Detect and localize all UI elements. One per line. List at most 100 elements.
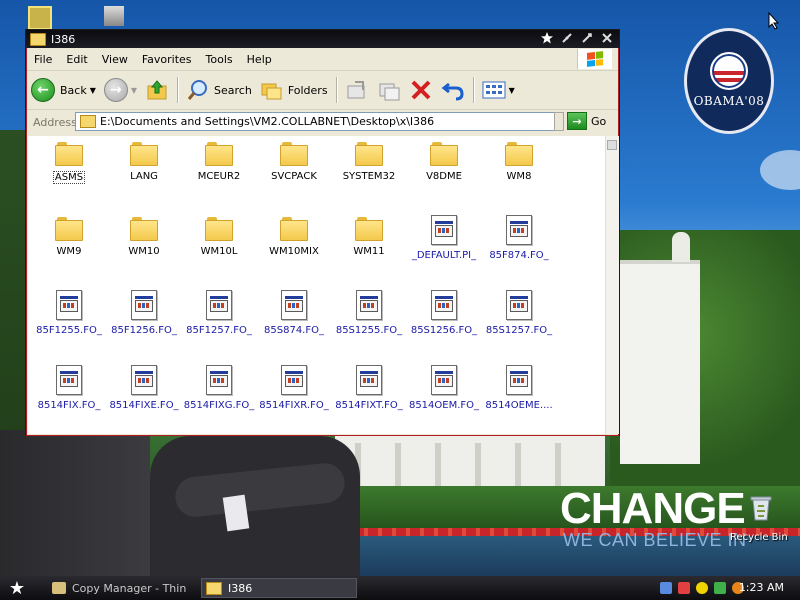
- file-item[interactable]: 8514FIX.FO_: [31, 363, 107, 427]
- item-label: MCEUR2: [197, 171, 241, 182]
- desktop-icon-1[interactable]: [28, 6, 52, 30]
- undo-icon: [441, 82, 464, 101]
- forward-dropdown-icon[interactable]: ▼: [131, 86, 137, 95]
- folder-item[interactable]: WM10MIX: [256, 213, 332, 277]
- minimize-button[interactable]: [559, 31, 575, 45]
- alert-icon[interactable]: [696, 582, 708, 594]
- whitehouse-column: [555, 443, 561, 487]
- file-item[interactable]: 85F1255.FO_: [31, 288, 107, 352]
- folder-item[interactable]: WM9: [31, 213, 107, 277]
- item-label: 85F1255.FO_: [36, 325, 102, 336]
- folder-item[interactable]: WM10L: [181, 213, 257, 277]
- whitehouse: [335, 430, 605, 491]
- clock[interactable]: 1:23 AM: [739, 581, 784, 594]
- file-item[interactable]: 85S1255.FO_: [331, 288, 407, 352]
- folder-item[interactable]: V8DME: [406, 138, 482, 202]
- item-label: WM9: [56, 246, 82, 257]
- file-item[interactable]: 8514OEM.FO_: [406, 363, 482, 427]
- start-button[interactable]: ★: [6, 578, 28, 599]
- file-item[interactable]: 8514FIXE.FO_: [106, 363, 182, 427]
- delete-icon: [411, 80, 430, 100]
- security-shield-icon[interactable]: [678, 582, 690, 594]
- file-item[interactable]: 8514FIXR.FO_: [256, 363, 332, 427]
- folder-item[interactable]: SVCPACK: [256, 138, 332, 202]
- setup-file-icon: [131, 365, 157, 395]
- title-buttons: [539, 31, 615, 45]
- item-label: 85S874.FO_: [264, 325, 324, 336]
- recycle-bin-label[interactable]: Recycle Bin: [730, 532, 788, 543]
- folder-item[interactable]: WM11: [331, 213, 407, 277]
- maximize-button[interactable]: [579, 31, 595, 45]
- close-button[interactable]: [599, 31, 615, 45]
- move-to-button[interactable]: [341, 75, 373, 105]
- star-icon[interactable]: [539, 31, 555, 45]
- desktop-icon-2[interactable]: [104, 6, 124, 26]
- item-label: SVCPACK: [271, 171, 317, 182]
- search-icon: [187, 80, 208, 100]
- views-button[interactable]: ▼: [478, 75, 519, 105]
- up-folder-button[interactable]: [141, 75, 173, 105]
- item-label: WM10: [128, 246, 160, 257]
- file-item[interactable]: 8514OEME....: [481, 363, 557, 427]
- go-button[interactable]: → Go: [567, 112, 606, 130]
- item-label: 8514FIX.FO_: [37, 400, 101, 411]
- delete-button[interactable]: [405, 75, 437, 105]
- recycle-bin-icon[interactable]: [746, 492, 776, 522]
- file-item[interactable]: 85S874.FO_: [256, 288, 332, 352]
- folder-item[interactable]: ASMS: [31, 138, 107, 202]
- views-dropdown-icon[interactable]: ▼: [509, 86, 515, 95]
- change-slogan: CHANGE: [560, 484, 746, 533]
- setup-file-icon: [206, 290, 232, 320]
- folder-icon: [80, 115, 96, 128]
- back-dropdown-icon[interactable]: ▼: [90, 86, 96, 95]
- taskbar-item-copy-manager[interactable]: Copy Manager - Thin: [48, 578, 198, 598]
- scroll-up-button[interactable]: [607, 140, 617, 150]
- folders-icon: [261, 83, 282, 100]
- connection-icon[interactable]: [714, 582, 726, 594]
- menu-favorites[interactable]: Favorites: [135, 53, 199, 66]
- move-to-icon: [347, 81, 365, 99]
- folder-item[interactable]: WM8: [481, 138, 557, 202]
- folders-button[interactable]: Folders: [256, 75, 332, 105]
- whitehouse-dome: [672, 232, 690, 262]
- windows-logo: [577, 49, 612, 69]
- folder-icon: [205, 142, 233, 166]
- folders-label: Folders: [287, 83, 328, 97]
- menu-help[interactable]: Help: [240, 53, 279, 66]
- file-item[interactable]: 85S1256.FO_: [406, 288, 482, 352]
- vertical-scrollbar[interactable]: [605, 136, 619, 434]
- search-label: Search: [214, 83, 252, 97]
- search-button[interactable]: Search: [182, 75, 256, 105]
- menu-view[interactable]: View: [95, 53, 135, 66]
- file-item[interactable]: 85F874.FO_: [481, 213, 557, 277]
- menu-file[interactable]: File: [27, 53, 59, 66]
- item-label: WM8: [506, 171, 532, 182]
- network-icon[interactable]: [660, 582, 672, 594]
- file-item[interactable]: 85S1257.FO_: [481, 288, 557, 352]
- address-dropdown-button[interactable]: [554, 112, 564, 131]
- file-item[interactable]: 8514FIXG.FO_: [181, 363, 257, 427]
- forward-button[interactable]: → ▼: [100, 75, 141, 105]
- menu-edit[interactable]: Edit: [59, 53, 94, 66]
- file-item[interactable]: _DEFAULT.PI_: [406, 213, 482, 277]
- file-item[interactable]: 85F1257.FO_: [181, 288, 257, 352]
- menu-tools[interactable]: Tools: [199, 53, 240, 66]
- item-label: 85S1256.FO_: [410, 325, 478, 336]
- folder-item[interactable]: LANG: [106, 138, 182, 202]
- item-label: 8514OEME....: [485, 400, 553, 411]
- copy-to-icon: [379, 83, 400, 101]
- copy-to-button[interactable]: [373, 75, 405, 105]
- folder-item[interactable]: MCEUR2: [181, 138, 257, 202]
- folder-icon: [505, 142, 533, 166]
- back-button[interactable]: ← Back ▼: [27, 75, 100, 105]
- folder-item[interactable]: WM10: [106, 213, 182, 277]
- file-item[interactable]: 85F1256.FO_: [106, 288, 182, 352]
- file-list[interactable]: ASMS LANG MCEUR2 SVCPACK SYSTEM32 V8DME WM8 WM9…: [28, 136, 605, 434]
- file-item[interactable]: 8514FIXT.FO_: [331, 363, 407, 427]
- taskbar-item-i386[interactable]: I386: [201, 578, 357, 598]
- address-input[interactable]: E:\Documents and Settings\VM2.COLLABNET\…: [75, 112, 555, 131]
- folder-item[interactable]: SYSTEM32: [331, 138, 407, 202]
- undo-button[interactable]: [437, 75, 469, 105]
- item-label: SYSTEM32: [342, 171, 396, 182]
- title-bar[interactable]: I386: [26, 30, 619, 48]
